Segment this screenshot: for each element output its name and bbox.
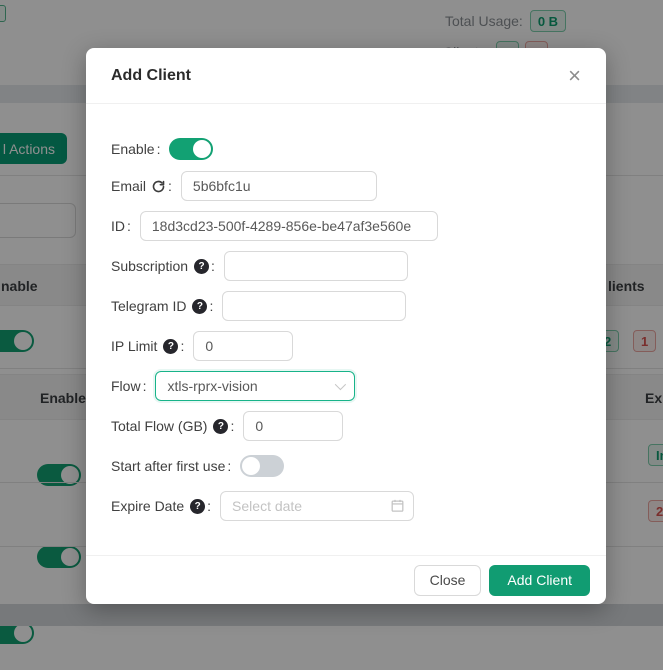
add-client-modal: Add Client × Enable Email ID xyxy=(86,48,606,604)
total-flow-label: Total Flow (GB) xyxy=(111,418,234,434)
id-label: ID xyxy=(111,218,131,234)
enable-toggle[interactable] xyxy=(169,138,213,160)
expire-date-input[interactable] xyxy=(220,491,414,521)
ip-limit-input[interactable] xyxy=(193,331,293,361)
field-id: ID xyxy=(111,211,581,241)
modal-title: Add Client xyxy=(111,67,191,85)
field-subscription: Subscription xyxy=(111,251,581,281)
toggle-knob xyxy=(242,457,260,475)
help-icon xyxy=(190,499,205,514)
flow-select[interactable]: xtls-rprx-vision xyxy=(155,371,355,401)
refresh-icon[interactable] xyxy=(151,179,166,194)
field-expire-date: Expire Date xyxy=(111,491,581,521)
email-input[interactable] xyxy=(181,171,377,201)
toggle-knob xyxy=(193,140,211,158)
subscription-input[interactable] xyxy=(224,251,408,281)
modal-body: Enable Email ID Subscription xyxy=(86,104,606,555)
start-after-first-use-toggle[interactable] xyxy=(240,455,284,477)
close-icon[interactable]: × xyxy=(568,65,581,87)
add-client-button[interactable]: Add Client xyxy=(489,565,590,596)
modal-footer: Close Add Client xyxy=(86,555,606,604)
flow-select-value: xtls-rprx-vision xyxy=(167,378,257,394)
page: Total Usage: 0 B Clients: 2 1 l Actions … xyxy=(0,0,663,670)
help-icon xyxy=(163,339,178,354)
help-icon xyxy=(192,299,207,314)
start-after-first-use-label: Start after first use xyxy=(111,458,231,474)
modal-header: Add Client × xyxy=(86,48,606,104)
field-telegram-id: Telegram ID xyxy=(111,291,581,321)
field-enable: Enable xyxy=(111,137,581,161)
email-label: Email xyxy=(111,178,172,194)
subscription-label: Subscription xyxy=(111,258,215,274)
total-flow-input[interactable] xyxy=(243,411,343,441)
field-total-flow: Total Flow (GB) xyxy=(111,411,581,441)
help-icon xyxy=(194,259,209,274)
ip-limit-label: IP Limit xyxy=(111,338,184,354)
enable-label: Enable xyxy=(111,141,160,157)
field-start-after-first-use: Start after first use xyxy=(111,451,581,481)
expire-date-picker[interactable] xyxy=(220,491,414,521)
id-input[interactable] xyxy=(140,211,438,241)
field-flow: Flow xtls-rprx-vision xyxy=(111,371,581,401)
telegram-id-label: Telegram ID xyxy=(111,298,213,314)
help-icon xyxy=(213,419,228,434)
flow-label: Flow xyxy=(111,378,146,394)
field-ip-limit: IP Limit xyxy=(111,331,581,361)
telegram-id-input[interactable] xyxy=(222,291,406,321)
close-button[interactable]: Close xyxy=(414,565,482,596)
chevron-down-icon xyxy=(335,379,346,390)
field-email: Email xyxy=(111,171,581,201)
expire-date-label: Expire Date xyxy=(111,498,211,514)
